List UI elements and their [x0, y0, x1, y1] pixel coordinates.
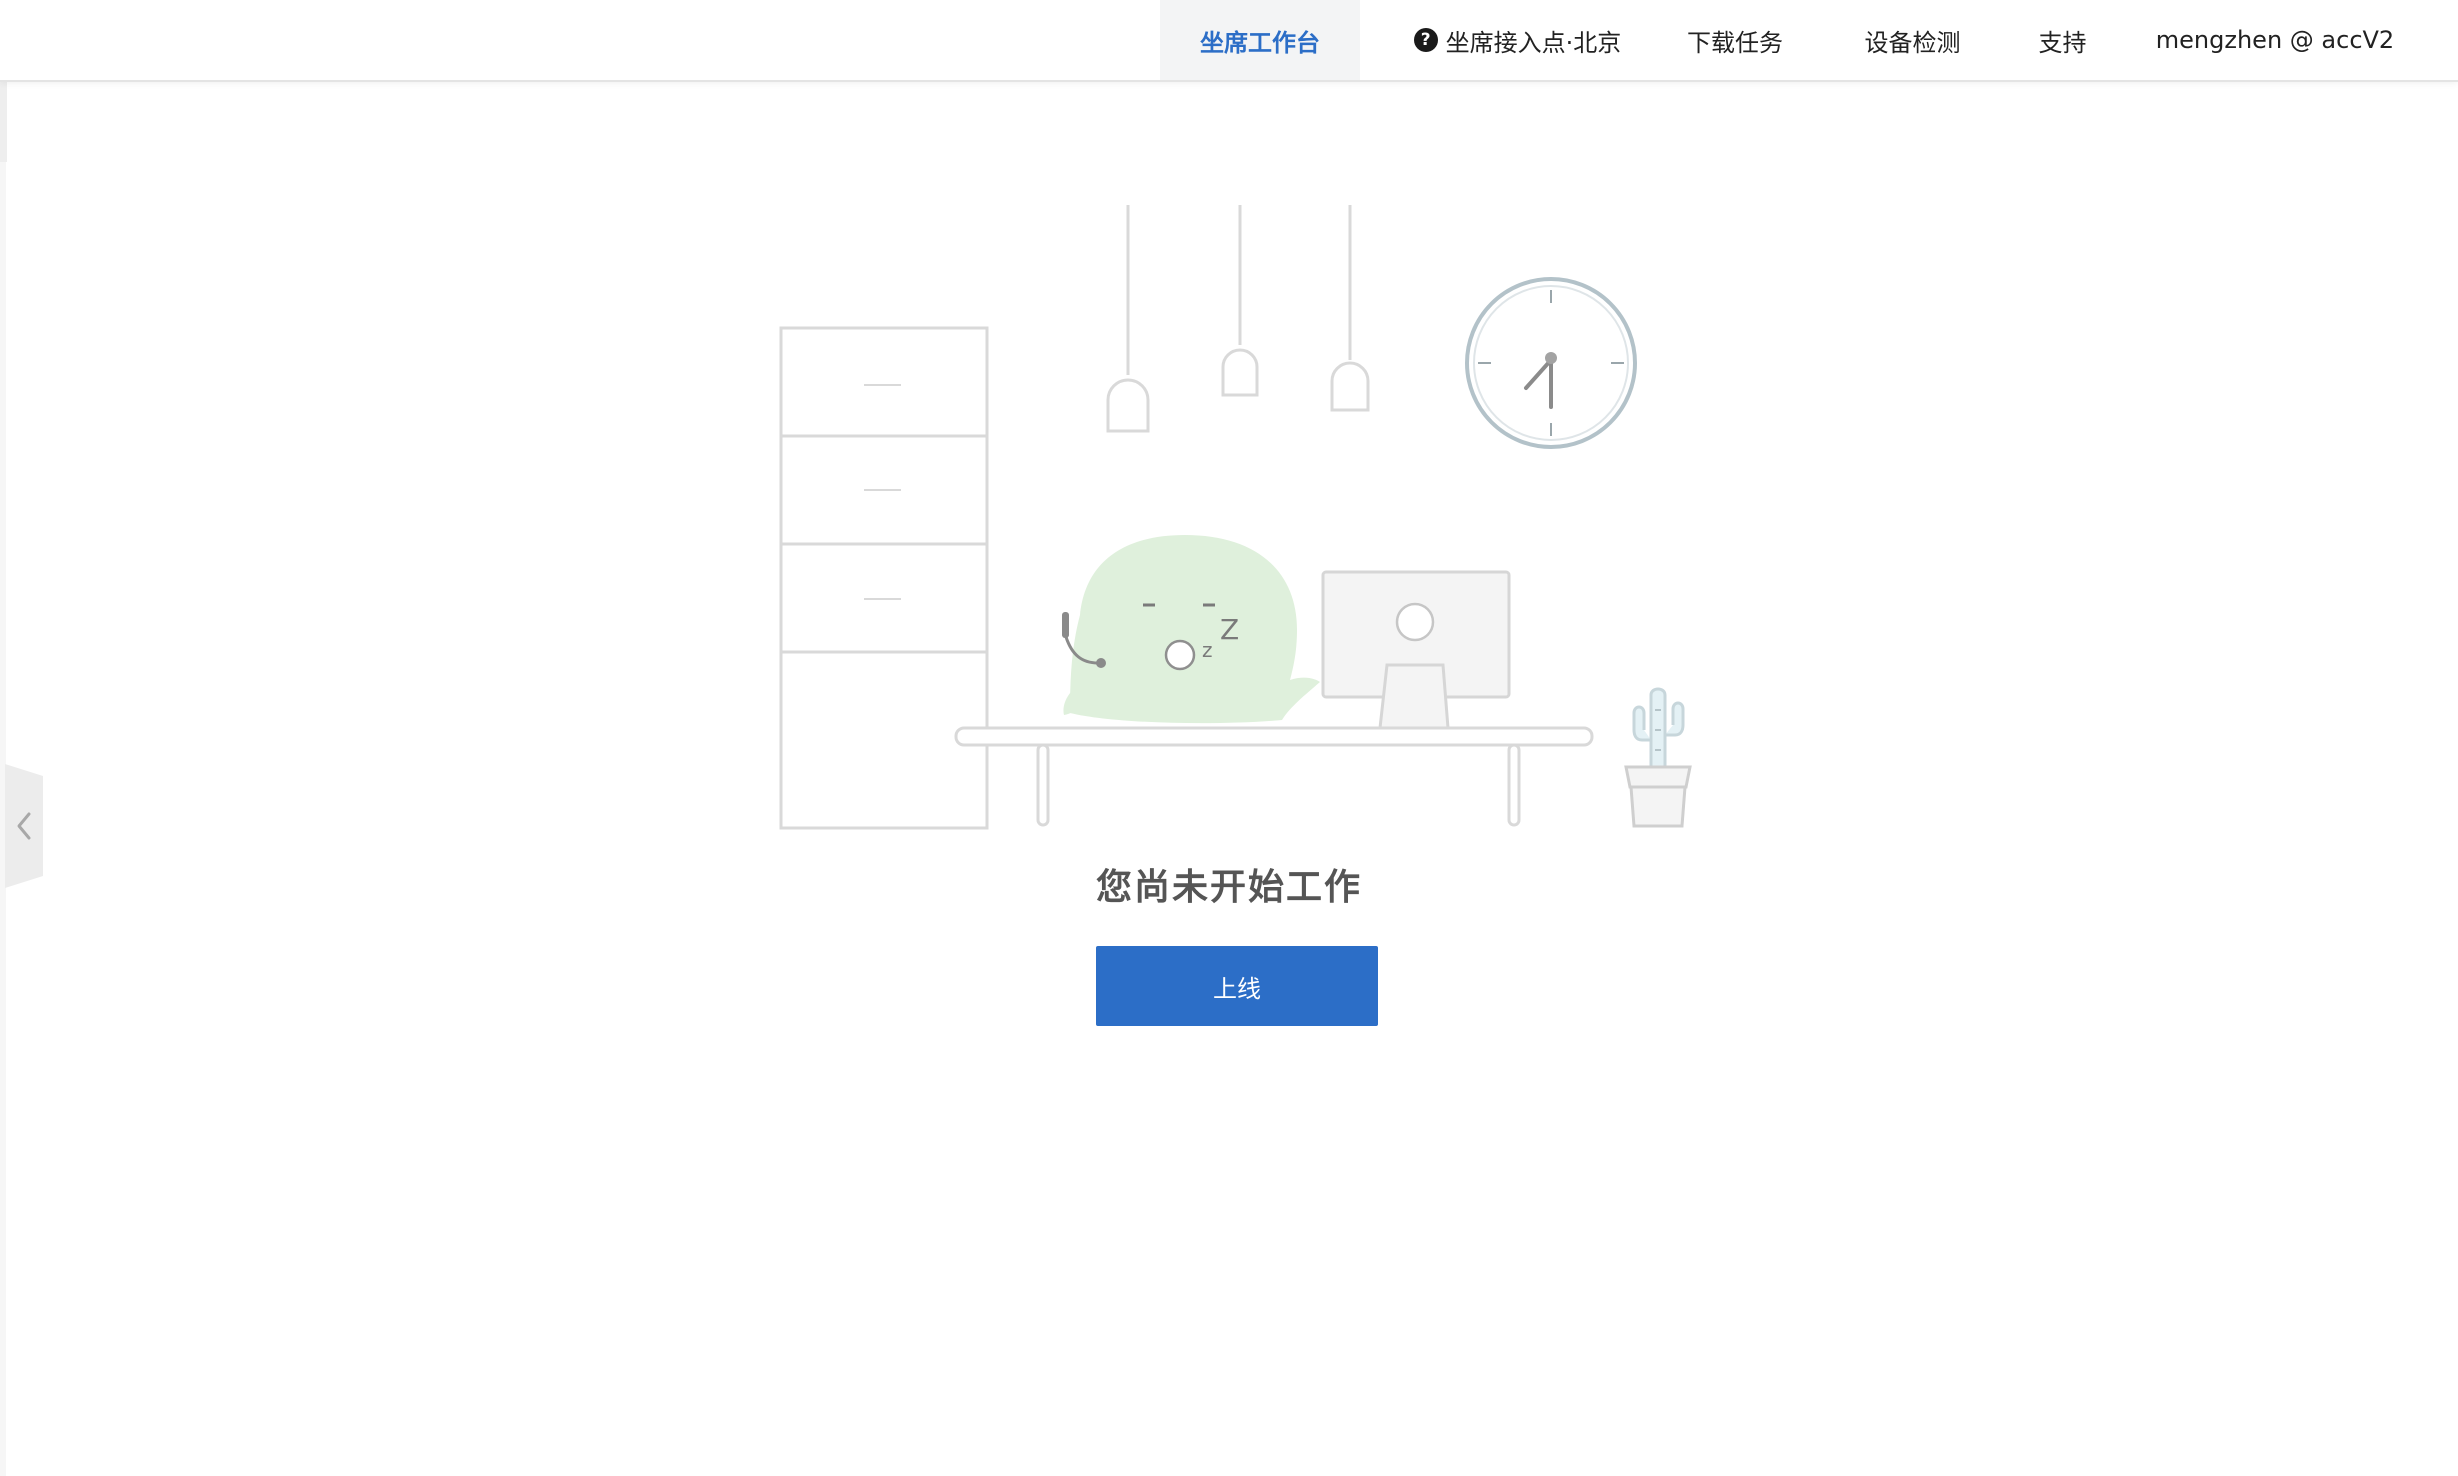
cactus-illustration [1624, 687, 1692, 828]
top-nav-bar: 坐席工作台 ? 坐席接入点·北京 下载任务 设备检测 支持 mengzhen @… [0, 0, 2458, 82]
nav-item-access-point-label: 坐席接入点·北京 [1445, 28, 1622, 57]
nav-item-download-tasks-label: 下载任务 [1687, 28, 1783, 57]
left-panel-strip [0, 82, 7, 162]
empty-state-message: 您尚未开始工作 [1095, 867, 1362, 908]
nav-item-support-label: 支持 [2038, 28, 2087, 57]
go-online-button[interactable]: 上线 [1096, 946, 1378, 1026]
nav-item-download-tasks[interactable]: 下载任务 [1665, 0, 1805, 80]
nav-item-device-check[interactable]: 设备检测 [1840, 0, 1985, 80]
clock-illustration [1465, 277, 1637, 449]
question-circle-icon: ? [1413, 28, 1438, 52]
svg-text:Z: Z [1220, 613, 1239, 646]
user-account-menu[interactable]: mengzhen @ accV2 [2150, 0, 2400, 80]
nav-item-device-check-label: 设备检测 [1864, 28, 1961, 57]
nav-item-access-point[interactable]: ? 坐席接入点·北京 [1385, 0, 1650, 80]
user-account-label: mengzhen @ accV2 [2155, 26, 2395, 54]
mascot-illustration: z Z [1062, 535, 1320, 724]
idle-office-illustration: z Z [779, 205, 1692, 830]
nav-tab-agent-workbench-label: 坐席工作台 [1200, 28, 1320, 57]
svg-text:z: z [1202, 638, 1213, 662]
nav-item-support[interactable]: 支持 [2010, 0, 2115, 80]
monitor-illustration [1321, 570, 1511, 730]
nav-tab-agent-workbench[interactable]: 坐席工作台 [1160, 0, 1360, 80]
cabinet-illustration [779, 326, 989, 830]
pendant-lamps-illustration [1106, 205, 1370, 433]
desk-illustration [954, 726, 1594, 827]
